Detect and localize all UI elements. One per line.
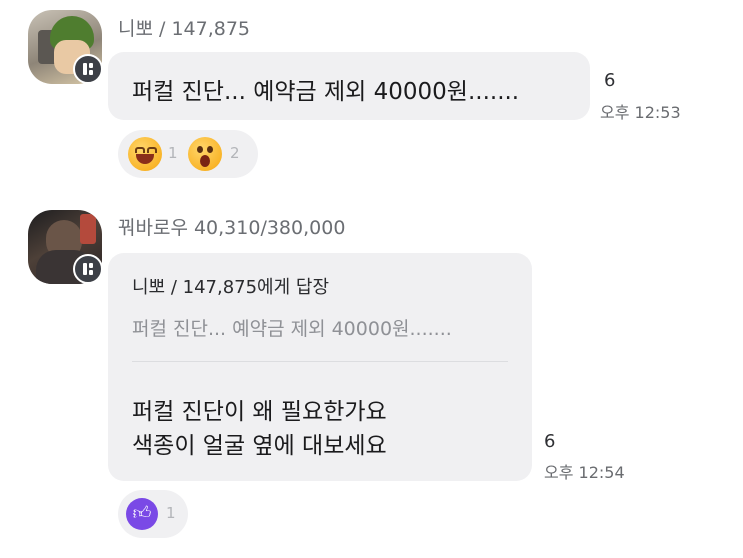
message-time: 오후 12:54 <box>544 463 625 482</box>
reaction-count: 1 <box>166 504 176 522</box>
message-time: 오후 12:53 <box>600 103 681 122</box>
message-text: 퍼컬 진단이 왜 필요한가요 <box>132 399 387 425</box>
message-text: 색종이 얼굴 옆에 대보세요 <box>132 433 387 459</box>
reply-message-bubble[interactable]: 니뽀 / 147,875에게 답장 퍼컬 진단... 예약금 제외 40000원… <box>108 253 532 481</box>
unread-count: 6 <box>604 70 616 91</box>
profile-badge-icon <box>73 54 103 84</box>
message-text: 퍼컬 진단... 예약금 제외 40000원....... <box>132 79 520 105</box>
author-name[interactable]: 꿔바로우 40,310/380,000 <box>118 213 345 240</box>
reaction-bar[interactable]: 👍︎ 1 <box>118 490 188 538</box>
reply-to-label: 니뽀 / 147,875에게 답장 <box>132 277 330 298</box>
profile-badge-icon <box>73 254 103 284</box>
reaction-count: 1 <box>168 144 178 162</box>
author-name[interactable]: 니뽀 / 147,875 <box>118 14 250 41</box>
quoted-text[interactable]: 퍼컬 진단... 예약금 제외 40000원....... <box>132 314 452 341</box>
unread-count: 6 <box>544 431 556 452</box>
thumbs-up-icon[interactable]: 👍︎ <box>126 498 158 530</box>
divider <box>132 361 508 362</box>
message-bubble[interactable]: 퍼컬 진단... 예약금 제외 40000원....... <box>108 52 590 120</box>
reaction-count: 2 <box>230 144 240 162</box>
reaction-bar[interactable]: 1 2 <box>118 130 258 178</box>
laughing-emoji-icon[interactable] <box>128 137 162 171</box>
surprised-emoji-icon[interactable] <box>188 137 222 171</box>
